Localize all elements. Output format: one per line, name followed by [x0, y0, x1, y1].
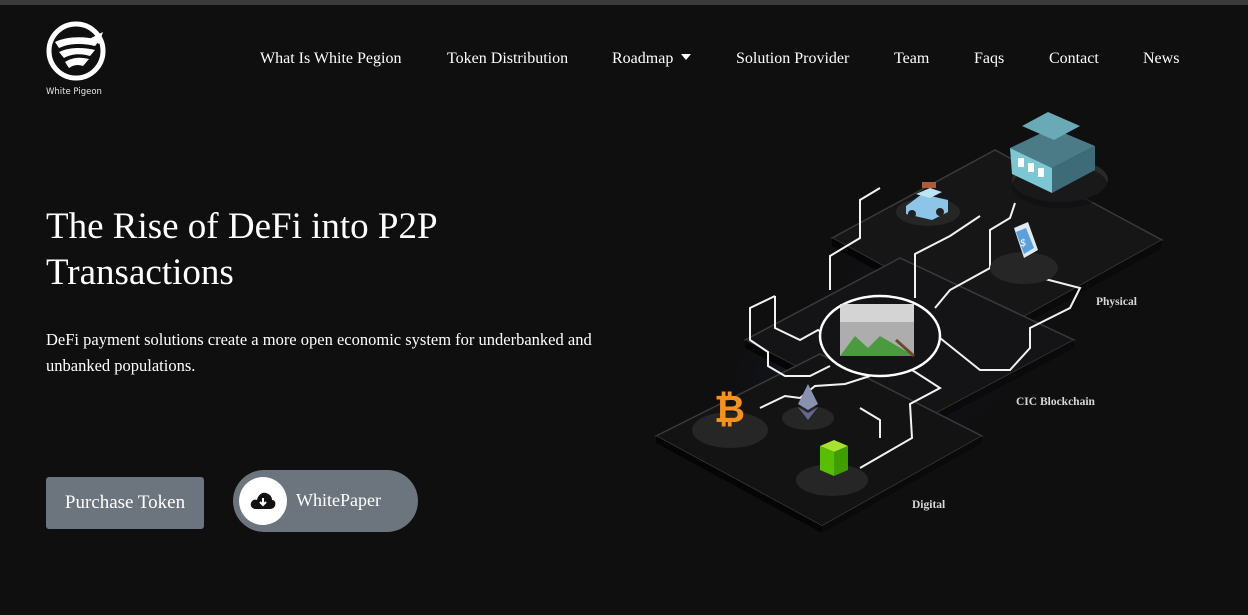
physical-label: Physical [1096, 296, 1137, 308]
whitepaper-label: WhitePaper [296, 490, 381, 510]
nav-faqs[interactable]: Faqs [974, 50, 1004, 68]
cloud-download-icon [250, 492, 276, 509]
hero-subtitle: DeFi payment solutions create a more ope… [46, 330, 592, 375]
blockchain-label: CIC Blockchain [1016, 396, 1096, 408]
brand-name: White Pigeon [46, 87, 102, 97]
nav-roadmap-label: Roadmap [612, 50, 674, 67]
purchase-token-button[interactable]: Purchase Token [46, 477, 204, 529]
svg-text:₿: ₿ [714, 387, 745, 431]
defi-layers-illustration: $ ₿ Physical CIC Blockchain Digital [654, 112, 1164, 533]
house-icon [1010, 112, 1108, 208]
digital-label: Digital [912, 499, 945, 511]
caret-down-icon [681, 54, 692, 60]
nav-contact[interactable]: Contact [1049, 50, 1099, 68]
hero-title: The Rise of DeFi into P2P Transactions [46, 206, 437, 293]
nav-token-distribution[interactable]: Token Distribution [447, 50, 568, 68]
nav-solution-provider[interactable]: Solution Provider [736, 50, 849, 68]
whitepaper-button[interactable]: WhitePaper [233, 470, 418, 532]
pigeon-logo-icon [46, 21, 106, 81]
svg-text:$: $ [1020, 238, 1026, 249]
window-top-border [0, 0, 1248, 5]
brand-logo[interactable]: White Pigeon [40, 18, 120, 100]
nav-team[interactable]: Team [894, 50, 929, 68]
nav-news[interactable]: News [1143, 50, 1179, 68]
broken-image-icon [818, 294, 942, 378]
nav-roadmap[interactable]: Roadmap [612, 50, 692, 68]
download-icon-circle [239, 477, 287, 525]
nav-what-is-white-pegion[interactable]: What Is White Pegion [260, 50, 401, 68]
